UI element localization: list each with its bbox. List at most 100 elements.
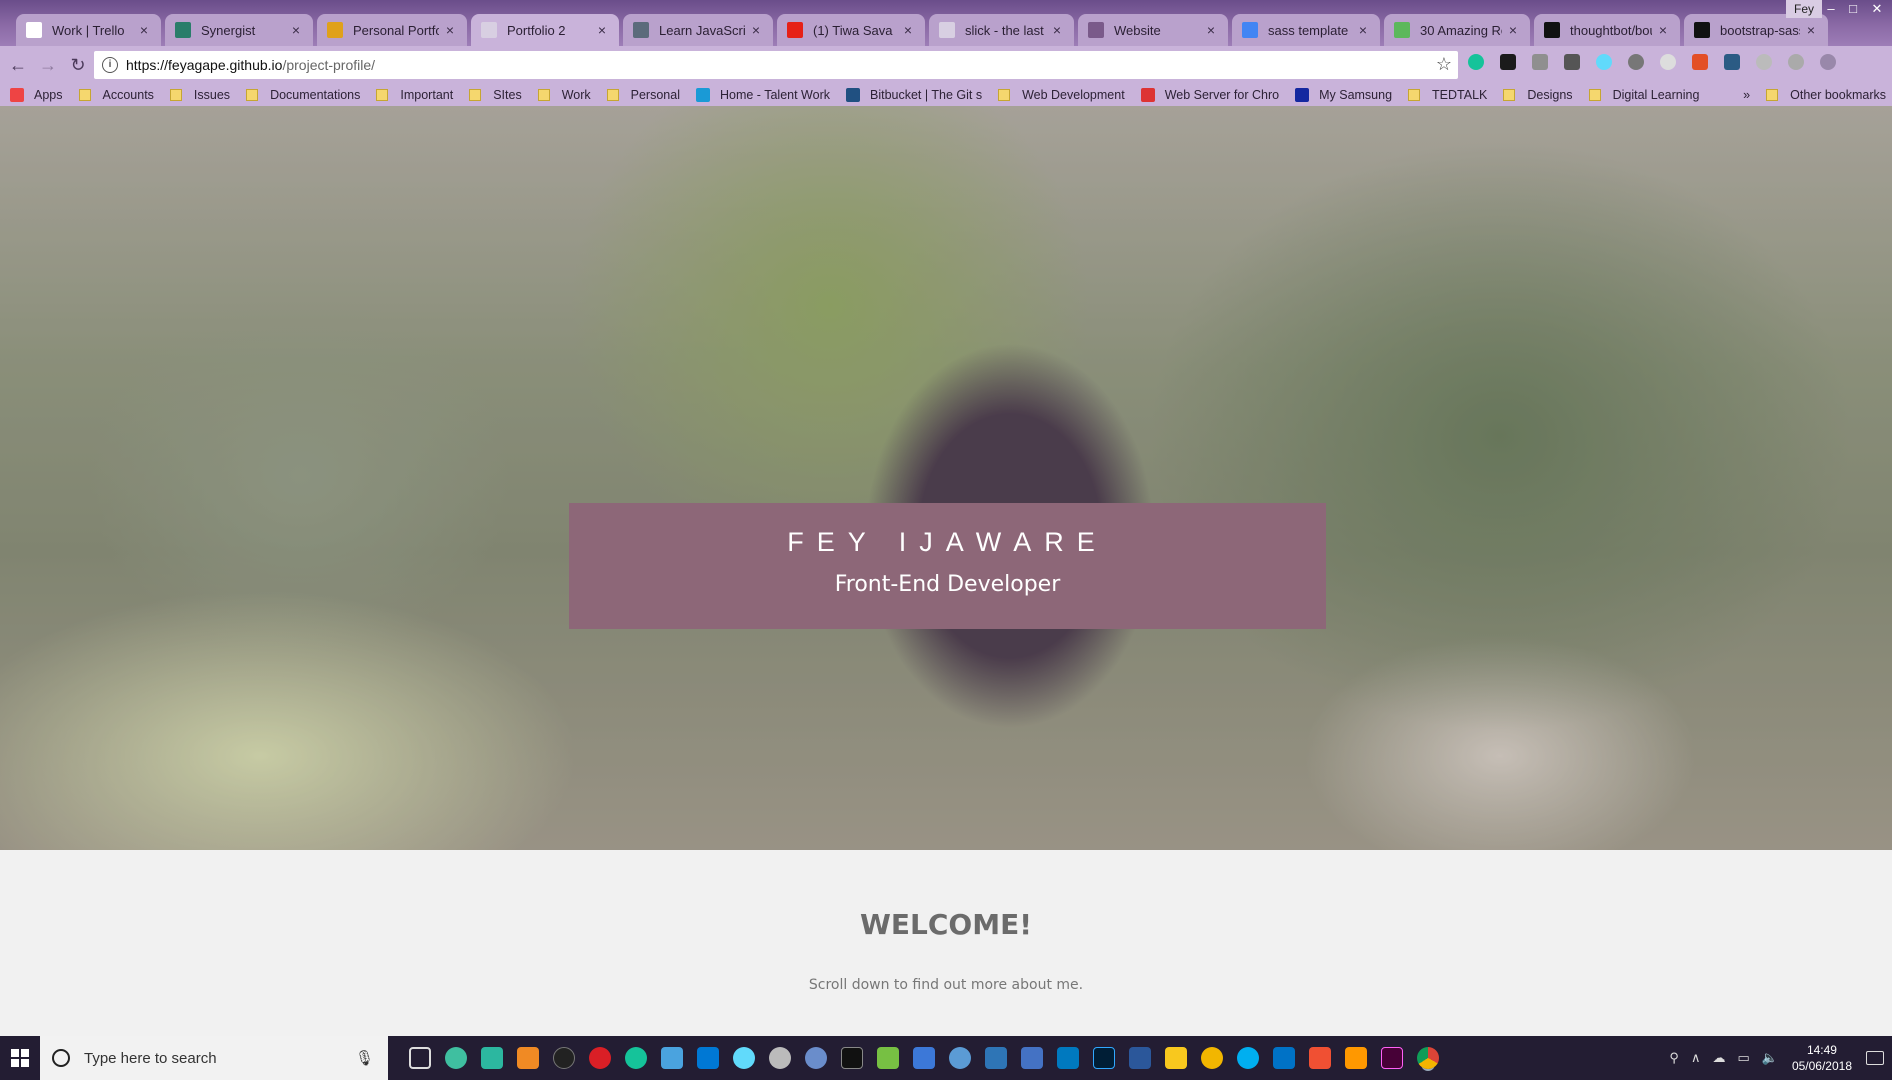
bookmark-item[interactable]: Important [366, 84, 459, 106]
settings-extension-icon[interactable] [1628, 54, 1644, 70]
bookmark-star-icon[interactable]: ☆ [1436, 54, 1452, 75]
atom-app-icon[interactable] [445, 1047, 467, 1069]
grammarly-app-icon[interactable] [625, 1047, 647, 1069]
browser-tab[interactable]: Portfolio 2 × [471, 14, 619, 46]
sublime-app-icon[interactable] [1345, 1047, 1367, 1069]
start-button[interactable] [0, 1036, 40, 1080]
outlook-app-icon[interactable] [1273, 1047, 1295, 1069]
word-app-icon[interactable] [1129, 1047, 1151, 1069]
onedrive-cloud-icon[interactable]: ☁ [1712, 1050, 1725, 1066]
network-app-icon[interactable] [913, 1047, 935, 1069]
close-window-button[interactable]: ✕ [1866, 0, 1888, 18]
circle-extension-icon[interactable] [1660, 54, 1676, 70]
keep-extension-icon[interactable] [1564, 54, 1580, 70]
react-app-icon[interactable] [733, 1047, 755, 1069]
globe-app-icon[interactable] [805, 1047, 827, 1069]
other-bookmarks-folder[interactable]: Other bookmarks [1756, 84, 1892, 106]
grey-extension-icon-2[interactable] [1788, 54, 1804, 70]
browser-tab[interactable]: 30 Amazing Res× [1384, 14, 1530, 46]
git-app-icon[interactable] [1309, 1047, 1331, 1069]
yellow-circle-app-icon[interactable] [1201, 1047, 1223, 1069]
trello-app-icon[interactable] [1057, 1047, 1079, 1069]
bookmark-item[interactable]: Work [528, 84, 597, 106]
extension-icon[interactable] [1532, 54, 1548, 70]
tab-close-icon[interactable]: × [137, 22, 151, 38]
bookmark-item[interactable]: Documentations [236, 84, 366, 106]
bookmark-item[interactable]: Web Server for Chro [1131, 84, 1285, 106]
browser-tab[interactable]: Personal Portfolio× [317, 14, 467, 46]
tab-close-icon[interactable]: × [1356, 22, 1370, 38]
devtools-extension-icon[interactable] [1724, 54, 1740, 70]
tab-close-icon[interactable]: × [1506, 22, 1520, 38]
browser-tab[interactable]: sass template - G× [1232, 14, 1380, 46]
bookmark-item[interactable]: Web Development [988, 84, 1131, 106]
tab-close-icon[interactable]: × [443, 22, 457, 38]
sonos-app-icon[interactable] [553, 1047, 575, 1069]
tab-close-icon[interactable]: × [595, 22, 609, 38]
forward-button[interactable]: → [36, 53, 60, 77]
browser-tab[interactable]: Synergist × [165, 14, 313, 46]
more-bookmarks-button[interactable]: » [1733, 84, 1756, 106]
people-icon[interactable]: ⚲ [1669, 1050, 1679, 1066]
grey-extension-icon[interactable] [1756, 54, 1772, 70]
skype-app-icon[interactable] [1237, 1047, 1259, 1069]
html5-extension-icon[interactable] [1692, 54, 1708, 70]
bookmark-item[interactable]: Bitbucket | The Git s [836, 84, 988, 106]
starburst-app-icon[interactable] [517, 1047, 539, 1069]
tab-close-icon[interactable]: × [289, 22, 303, 38]
info-icon[interactable]: i [102, 57, 118, 73]
browser-tab[interactable]: Learn JavaScript× [623, 14, 773, 46]
bookmark-item[interactable]: Apps [0, 84, 69, 106]
bookmark-item[interactable]: My Samsung [1285, 84, 1398, 106]
bookmark-item[interactable]: Issues [160, 84, 236, 106]
reload-button[interactable]: ↻ [66, 53, 90, 77]
browser-tab[interactable]: Website × [1078, 14, 1228, 46]
vscode-app-icon[interactable] [697, 1047, 719, 1069]
tab-close-icon[interactable]: × [749, 22, 763, 38]
taskbar-search-box[interactable]: Type here to search 🎙 [40, 1036, 388, 1080]
creative-cloud-app-icon[interactable] [589, 1047, 611, 1069]
minimize-button[interactable]: – [1820, 0, 1842, 18]
action-center-icon[interactable] [1866, 1051, 1884, 1065]
bookmark-item[interactable]: Personal [597, 84, 686, 106]
bookmark-item[interactable]: Accounts [69, 84, 160, 106]
chrome-app-icon[interactable] [1417, 1047, 1439, 1069]
photoshop-app-icon[interactable] [1093, 1047, 1115, 1069]
acrobat-extension-icon[interactable] [1500, 54, 1516, 70]
bookmark-item[interactable]: SItes [459, 84, 528, 106]
terminal-app-icon[interactable] [841, 1047, 863, 1069]
sourcetree-app-icon[interactable] [481, 1047, 503, 1069]
address-bar[interactable]: i https://feyagape.github.io/project-pro… [94, 51, 1458, 79]
files-app-icon[interactable] [1021, 1047, 1043, 1069]
show-hidden-icons-chevron[interactable]: ∧ [1691, 1050, 1701, 1066]
browser-tab[interactable]: bootstrap-sass/× [1684, 14, 1828, 46]
weather-app-icon[interactable] [661, 1047, 683, 1069]
system-clock[interactable]: 14:49 05/06/2018 [1792, 1042, 1852, 1074]
chrome-menu-icon[interactable] [1820, 54, 1836, 70]
bookmark-item[interactable]: Home - Talent Work [686, 84, 836, 106]
browser-tab[interactable]: slick - the last ca× [929, 14, 1074, 46]
browser-tab[interactable]: thoughtbot/bou × [1534, 14, 1680, 46]
bookmark-item[interactable]: Designs [1493, 84, 1578, 106]
xd-app-icon[interactable] [1381, 1047, 1403, 1069]
tab-close-icon[interactable]: × [1804, 22, 1818, 38]
tab-close-icon[interactable]: × [901, 22, 915, 38]
bookmark-item[interactable]: Digital Learning [1579, 84, 1706, 106]
file-explorer-app-icon[interactable] [1165, 1047, 1187, 1069]
tab-close-icon[interactable]: × [1050, 22, 1064, 38]
browser-tab[interactable]: Work | Trello × [16, 14, 161, 46]
bookmark-item[interactable]: TEDTALK [1398, 84, 1493, 106]
network-icon[interactable]: ▭ [1737, 1050, 1749, 1066]
react-devtools-icon[interactable] [1596, 54, 1612, 70]
volume-icon[interactable]: 🔈 [1762, 1050, 1778, 1066]
cloud-app-icon[interactable] [949, 1047, 971, 1069]
back-button[interactable]: ← [6, 53, 30, 77]
editor-app-icon[interactable] [985, 1047, 1007, 1069]
home-app-icon[interactable] [877, 1047, 899, 1069]
grammarly-extension-icon[interactable] [1468, 54, 1484, 70]
maximize-button[interactable]: □ [1842, 0, 1864, 18]
microphone-icon[interactable]: 🎙 [355, 1049, 374, 1067]
tab-close-icon[interactable]: × [1204, 22, 1218, 38]
eye-app-icon[interactable] [769, 1047, 791, 1069]
profile-badge[interactable]: Fey [1785, 0, 1822, 18]
